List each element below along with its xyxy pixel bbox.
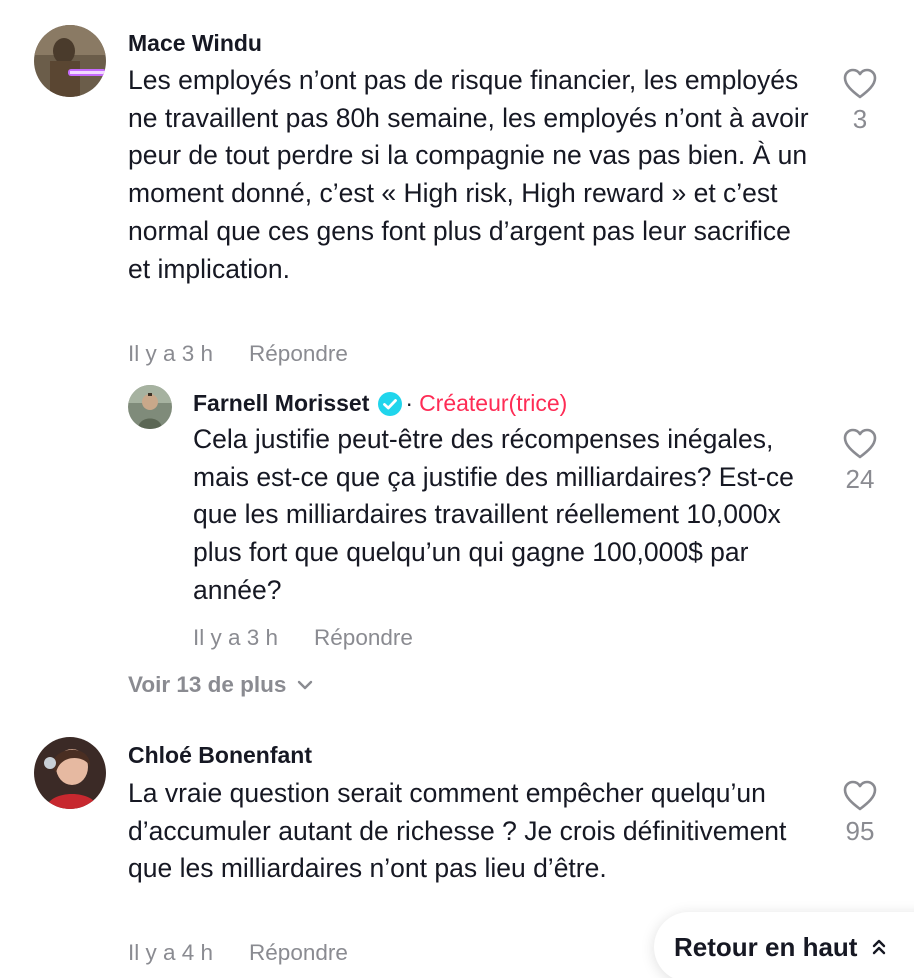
- comment-username[interactable]: Mace Windu: [128, 30, 262, 57]
- comment-meta: Il y a 3 h Répondre: [128, 341, 348, 367]
- avatar[interactable]: [128, 385, 172, 429]
- reply-time: Il y a 3 h: [193, 625, 279, 650]
- heart-icon: [843, 68, 877, 99]
- creator-badge: Créateur(trice): [419, 390, 568, 416]
- double-chevron-up-icon: [873, 939, 886, 955]
- reply-username[interactable]: Farnell Morisset: [193, 390, 369, 417]
- reply-button[interactable]: Répondre: [314, 625, 413, 650]
- like-button[interactable]: 24: [830, 428, 890, 495]
- view-more-replies-button[interactable]: Voir 13 de plus: [128, 672, 314, 698]
- verified-badge-icon: [377, 391, 403, 417]
- reply-button[interactable]: Répondre: [249, 341, 348, 366]
- comment-text: La vraie question serait comment empêche…: [128, 778, 787, 884]
- chevron-down-icon: [298, 680, 313, 690]
- comment-username[interactable]: Chloé Bonenfant: [128, 742, 312, 769]
- like-count: 24: [845, 464, 875, 494]
- comment-time: Il y a 4 h: [128, 940, 214, 965]
- back-to-top-label: Retour en haut: [674, 931, 858, 962]
- heart-icon: [843, 428, 877, 459]
- reply-meta: Il y a 3 h Répondre: [193, 625, 413, 651]
- like-count: 3: [852, 104, 868, 134]
- reply-button[interactable]: Répondre: [249, 940, 348, 965]
- avatar[interactable]: [34, 25, 106, 97]
- like-button[interactable]: 3: [830, 68, 890, 135]
- avatar[interactable]: [34, 737, 106, 809]
- heart-icon: [843, 780, 877, 811]
- back-to-top-button[interactable]: Retour en haut: [654, 912, 914, 978]
- like-button[interactable]: 95: [830, 780, 890, 847]
- separator-dot: ·: [405, 390, 414, 416]
- view-more-label: Voir 13 de plus: [128, 672, 287, 697]
- comment-text: Les employés n’ont pas de risque financi…: [128, 65, 809, 284]
- like-count: 95: [845, 816, 875, 846]
- comment-meta: Il y a 4 h Répondre: [128, 940, 348, 966]
- reply-text: Cela justifie peut-être des récompenses …: [193, 424, 794, 605]
- reply-header: Farnell Morisset · Créateur(trice): [193, 390, 567, 417]
- comment-time: Il y a 3 h: [128, 341, 214, 366]
